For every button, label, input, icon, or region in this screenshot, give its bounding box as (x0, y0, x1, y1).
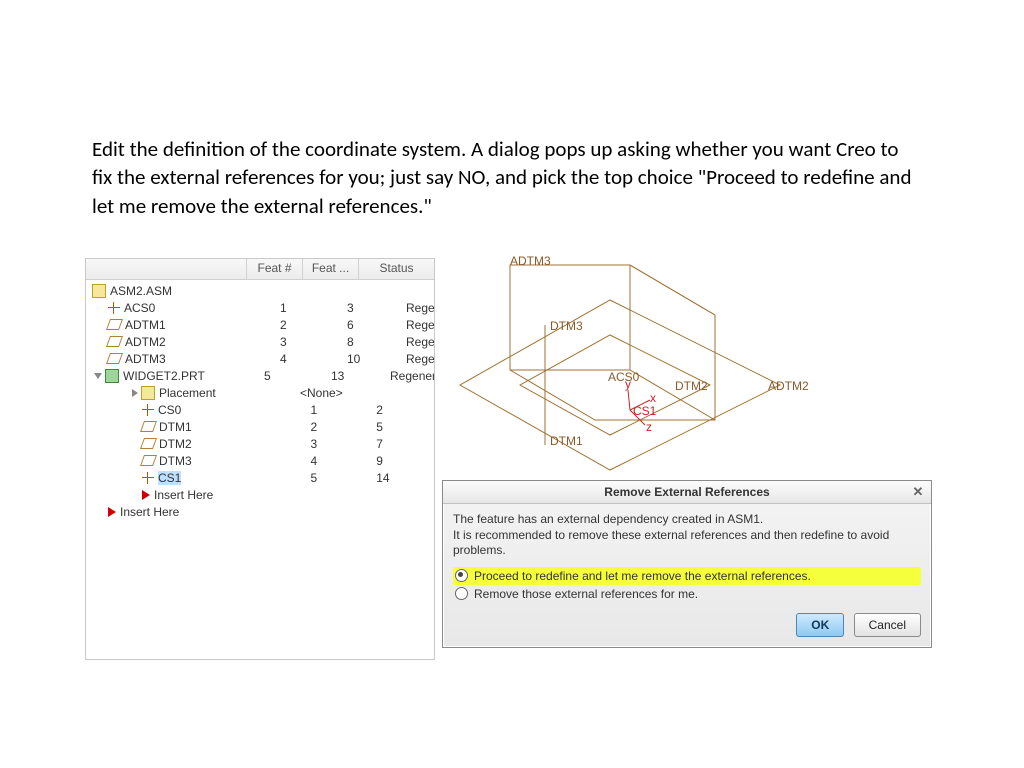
radio-icon (455, 587, 468, 600)
dialog-title-text: Remove External References (604, 485, 769, 499)
label-dtm3: DTM3 (550, 319, 583, 333)
insert-here-icon (142, 490, 150, 500)
col-feat: Feat ... (303, 259, 359, 279)
tree-row[interactable]: Placement<None> (86, 384, 434, 401)
csys-icon (108, 302, 120, 314)
label-dtm2: DTM2 (675, 379, 708, 393)
col-status: Status (359, 259, 434, 279)
col-feat-no: Feat # (247, 259, 303, 279)
csys-icon (142, 472, 154, 484)
radio-proceed-redefine[interactable]: Proceed to redefine and let me remove th… (453, 567, 921, 585)
tree-item-label: DTM1 (159, 420, 192, 434)
axis-z: z (646, 420, 652, 434)
dialog-message: The feature has an external dependency c… (453, 512, 921, 559)
label-cs1: CS1 (633, 404, 657, 418)
tree-item-label: Insert Here (154, 488, 213, 502)
label-acs0: ACS0 (608, 370, 640, 384)
assembly-icon (92, 284, 106, 298)
insert-here-icon (108, 507, 116, 517)
radio-remove-for-me[interactable]: Remove those external references for me. (453, 585, 921, 603)
assembly-icon (141, 386, 155, 400)
axis-y: y (625, 377, 631, 391)
ok-button[interactable]: OK (796, 613, 844, 637)
tree-item-label: Insert Here (120, 505, 179, 519)
datum-plane-icon (140, 421, 157, 432)
tree-row[interactable]: ADTM3410Regener (86, 350, 434, 367)
remove-ext-refs-dialog: Remove External References ✕ The feature… (442, 480, 932, 648)
tree-item-label: ASM2.ASM (110, 284, 172, 298)
tree-item-label: WIDGET2.PRT (123, 369, 205, 383)
tree-row[interactable]: DTM125Regener (86, 418, 434, 435)
datum-plane-icon (106, 319, 123, 330)
tree-body: ASM2.ASMACS013RegenerADTM126RegenerADTM2… (86, 280, 434, 522)
close-icon[interactable]: ✕ (911, 484, 925, 498)
tree-row[interactable]: DTM349Regener (86, 452, 434, 469)
tree-row[interactable]: Insert Here (86, 503, 434, 520)
cancel-button[interactable]: Cancel (854, 613, 921, 637)
datum-plane-icon (106, 353, 123, 364)
datum-plane-icon (106, 336, 123, 347)
tree-item-label: Placement (159, 386, 216, 400)
tree-header: Feat # Feat ... Status (86, 259, 434, 280)
tree-row[interactable]: Insert Here (86, 486, 434, 503)
tree-row[interactable]: ACS013Regener (86, 299, 434, 316)
tree-item-label: ACS0 (124, 301, 155, 315)
label-dtm1: DTM1 (550, 434, 583, 448)
datum-plane-icon (140, 438, 157, 449)
label-adtm2: ADTM2 (768, 379, 809, 393)
radio-label-1: Proceed to redefine and let me remove th… (474, 569, 811, 583)
radio-label-2: Remove those external references for me. (474, 587, 698, 601)
dialog-msg-line2: It is recommended to remove these extern… (453, 528, 889, 558)
tree-row[interactable]: DTM237Regener (86, 435, 434, 452)
tree-row[interactable]: CS012Regener (86, 401, 434, 418)
model-tree-panel: Feat # Feat ... Status ASM2.ASMACS013Reg… (85, 258, 435, 660)
tree-row[interactable]: ADTM126Regener (86, 316, 434, 333)
tree-item-label: ADTM3 (125, 352, 166, 366)
tree-item-label: CS1 (158, 471, 181, 485)
tree-item-label: ADTM1 (125, 318, 166, 332)
csys-icon (142, 404, 154, 416)
tree-item-label: ADTM2 (125, 335, 166, 349)
dialog-msg-line1: The feature has an external dependency c… (453, 512, 763, 526)
dialog-title: Remove External References ✕ (443, 481, 931, 504)
tree-item-label: DTM3 (159, 454, 192, 468)
radio-icon (455, 569, 468, 582)
label-adtm3: ADTM3 (510, 255, 551, 268)
part-icon (105, 369, 119, 383)
instruction-text: Edit the definition of the coordinate sy… (92, 135, 912, 220)
tree-row[interactable]: WIDGET2.PRT513Regener (86, 367, 434, 384)
tree-row[interactable]: ASM2.ASM (86, 282, 434, 299)
tree-item-label: DTM2 (159, 437, 192, 451)
tree-item-label: CS0 (158, 403, 181, 417)
model-view: ADTM3 DTM3 DTM2 ADTM2 DTM1 ACS0 CS1 y x … (450, 255, 920, 475)
datum-plane-icon (140, 455, 157, 466)
tree-row[interactable]: ADTM238Regener (86, 333, 434, 350)
axis-x: x (650, 391, 656, 405)
tree-row[interactable]: CS1514Regener (86, 469, 434, 486)
